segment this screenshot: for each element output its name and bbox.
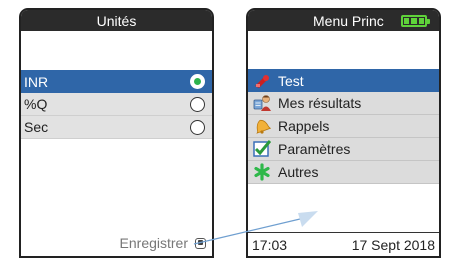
units-screen: Unités INR %Q Sec Enregistrer	[19, 8, 214, 258]
status-time: 17:03	[252, 236, 288, 253]
menu-item-others[interactable]: Autres	[248, 161, 439, 184]
units-title-bar: Unités	[21, 10, 212, 31]
bell-icon	[253, 117, 275, 135]
unit-option-label: INR	[24, 73, 49, 90]
menu-item-label: Paramètres	[278, 141, 351, 157]
menu-item-test[interactable]: Test	[248, 69, 439, 92]
asterisk-icon	[253, 163, 275, 181]
main-menu-title: Menu Princ	[313, 12, 384, 29]
save-area[interactable]: Enregistrer	[120, 235, 206, 251]
menu-item-my-results[interactable]: Mes résultats	[248, 92, 439, 115]
unit-option-pq[interactable]: %Q	[21, 93, 212, 116]
main-menu-title-bar: Menu Princ	[248, 10, 439, 31]
status-bar: 17:03 17 Sept 2018	[248, 232, 439, 256]
save-button-icon[interactable]	[195, 237, 206, 249]
unit-option-label: %Q	[24, 96, 48, 112]
checkmark-icon	[253, 140, 275, 158]
units-screen-title: Unités	[96, 12, 137, 29]
radio-selected-icon[interactable]	[190, 74, 205, 89]
menu-item-reminders[interactable]: Rappels	[248, 115, 439, 138]
menu-item-label: Mes résultats	[278, 95, 362, 111]
status-date: 17 Sept 2018	[351, 236, 435, 253]
unit-option-label: Sec	[24, 119, 49, 135]
main-menu-screen: Menu Princ Test Mes résultats Rappels Pa…	[246, 8, 441, 258]
save-label: Enregistrer	[119, 235, 188, 251]
unit-option-inr[interactable]: INR	[21, 70, 212, 93]
test-drop-icon	[253, 72, 275, 90]
radio-unselected-icon[interactable]	[190, 119, 205, 135]
unit-option-sec[interactable]: Sec	[21, 116, 212, 139]
menu-item-label: Rappels	[278, 118, 330, 134]
person-results-icon	[253, 94, 275, 112]
menu-item-label: Test	[278, 72, 304, 89]
menu-item-settings[interactable]: Paramètres	[248, 138, 439, 161]
radio-unselected-icon[interactable]	[190, 96, 205, 112]
battery-full-icon	[401, 15, 430, 27]
menu-item-label: Autres	[278, 164, 319, 180]
